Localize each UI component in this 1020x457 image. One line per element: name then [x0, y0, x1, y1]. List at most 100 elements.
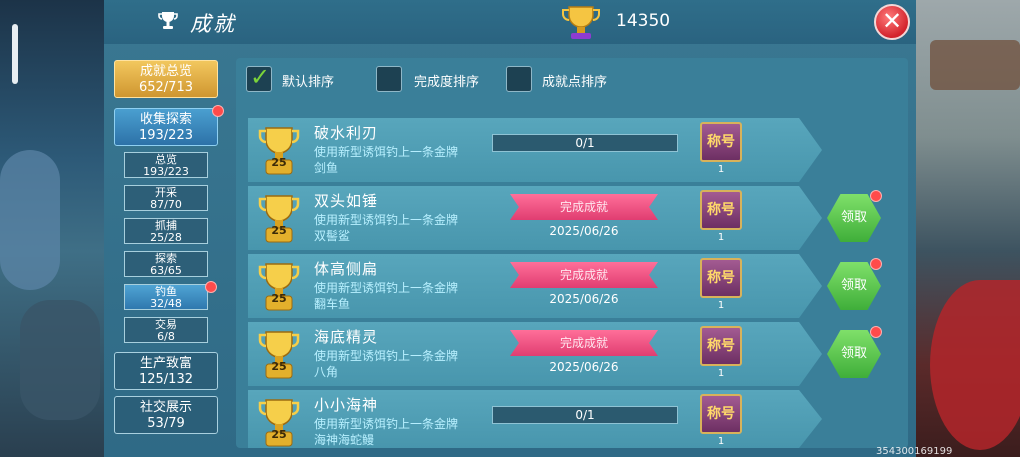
scene-rock [20, 300, 100, 420]
panel-header: 成就 14350 ✕ [104, 0, 916, 44]
achievement-row[interactable]: 25 海底精灵 使用新型诱饵钓上一条金牌 八角 完成成就 2025/06/26 … [248, 322, 822, 386]
reward-count: 1 [717, 164, 725, 175]
completed-ribbon: 完成成就 [510, 194, 658, 220]
category-production[interactable]: 生产致富 125/132 [114, 352, 218, 390]
achievement-desc: 使用新型诱饵钓上一条金牌 剑鱼 [314, 144, 494, 176]
checkmark-icon: ✓ [250, 63, 271, 91]
achievement-points: 25 [271, 360, 287, 373]
completion-date: 2025/06/26 [549, 292, 619, 306]
category-collect-explore[interactable]: 收集探索 193/223 [114, 108, 218, 146]
sort-bar: ✓ 默认排序 完成度排序 成就点排序 [236, 58, 908, 102]
sort-default-label[interactable]: 默认排序 [282, 71, 334, 90]
completion-date: 2025/06/26 [549, 360, 619, 374]
sub-item-fishing[interactable]: 钓鱼 32/48 [124, 284, 208, 310]
completed-ribbon: 完成成就 [510, 330, 658, 356]
achievement-name: 体高侧扁 [314, 260, 379, 278]
sort-points-checkbox[interactable] [506, 66, 532, 92]
sub-item-capture[interactable]: 抓捕 25/28 [124, 218, 208, 244]
title-reward-badge[interactable]: 称号 [700, 326, 742, 366]
achievement-desc: 使用新型诱饵钓上一条金牌 双髻鲨 [314, 212, 494, 244]
achievement-desc-line: 使用新型诱饵钓上一条金牌 [314, 281, 459, 295]
category-count: 53/79 [147, 416, 185, 431]
category-label: 生产致富 [139, 356, 192, 371]
category-overview[interactable]: 成就总览 652/713 [114, 60, 218, 98]
sub-item-mining[interactable]: 开采 87/70 [124, 185, 208, 211]
notification-dot [870, 258, 882, 270]
achievement-desc-line: 翻车鱼 [314, 297, 351, 311]
achievement-name: 小小海神 [314, 396, 379, 414]
player-uid: 354300169199 [876, 446, 953, 457]
achievement-desc: 使用新型诱饵钓上一条金牌 八角 [314, 348, 494, 380]
reward-count: 1 [717, 368, 725, 379]
achievement-points: 25 [271, 156, 287, 169]
achievement-name: 破水利刃 [314, 124, 379, 142]
category-label: 成就总览 [139, 64, 192, 79]
drawer-handle[interactable] [12, 24, 18, 84]
sub-item-overview[interactable]: 总览 193/223 [124, 152, 208, 178]
achievement-desc-line: 使用新型诱饵钓上一条金牌 [314, 349, 459, 363]
achievement-points: 14350 [616, 11, 671, 31]
notification-dot [870, 190, 882, 202]
sub-item-count: 87/70 [150, 198, 182, 211]
notification-dot [212, 105, 224, 117]
title-reward-badge[interactable]: 称号 [700, 394, 742, 434]
achievement-points: 25 [271, 428, 287, 441]
achievement-name: 海底精灵 [314, 328, 379, 346]
notification-dot [870, 326, 882, 338]
achievement-points: 25 [271, 292, 287, 305]
completed-ribbon: 完成成就 [510, 262, 658, 288]
category-count: 652/713 [138, 80, 193, 95]
scene-crate [930, 40, 1020, 90]
sort-completion-checkbox[interactable] [376, 66, 402, 92]
reward-count: 1 [717, 232, 725, 243]
title-reward-badge[interactable]: 称号 [700, 258, 742, 298]
reward-count: 1 [717, 436, 725, 447]
sub-item-count: 25/28 [150, 231, 182, 244]
category-count: 193/223 [138, 128, 193, 143]
sort-default-checkbox[interactable]: ✓ [246, 63, 272, 92]
achievement-desc-line: 海神海蛇鳗 [314, 433, 375, 447]
game-scene-left [0, 0, 110, 457]
progress-bar: 0/1 [492, 134, 678, 152]
category-label: 社交展示 [139, 400, 192, 415]
sort-completion-label[interactable]: 完成度排序 [414, 71, 479, 90]
scene-character [0, 150, 60, 290]
achievement-points: 25 [271, 224, 287, 237]
achievement-desc: 使用新型诱饵钓上一条金牌 翻车鱼 [314, 280, 494, 312]
title-reward-badge[interactable]: 称号 [700, 190, 742, 230]
achievement-list-area: ✓ 默认排序 完成度排序 成就点排序 25 破水利刃 使用新型诱饵钓上一条金牌 … [236, 58, 908, 448]
close-button[interactable]: ✕ [874, 4, 910, 40]
achievement-desc-line: 剑鱼 [314, 161, 339, 175]
achievement-desc-line: 使用新型诱饵钓上一条金牌 [314, 145, 459, 159]
achievement-name: 双头如锤 [314, 192, 379, 210]
gold-trophy-icon [562, 6, 600, 39]
achievement-row[interactable]: 25 双头如锤 使用新型诱饵钓上一条金牌 双髻鲨 完成成就 2025/06/26… [248, 186, 822, 250]
sort-points-label[interactable]: 成就点排序 [542, 71, 607, 90]
sub-item-count: 63/65 [150, 264, 182, 277]
achievement-desc: 使用新型诱饵钓上一条金牌 海神海蛇鳗 [314, 416, 494, 448]
achievement-row[interactable]: 25 小小海神 使用新型诱饵钓上一条金牌 海神海蛇鳗 0/1 称号 1 [248, 390, 822, 448]
achievement-row[interactable]: 25 破水利刃 使用新型诱饵钓上一条金牌 剑鱼 0/1 称号 1 [248, 118, 822, 182]
achievement-desc-line: 八角 [314, 365, 339, 379]
sub-item-explore[interactable]: 探索 63/65 [124, 251, 208, 277]
trophy-icon [158, 12, 178, 29]
scene-flower [930, 280, 1020, 450]
completion-date: 2025/06/26 [549, 224, 619, 238]
category-label: 收集探索 [139, 112, 192, 127]
title-reward-badge[interactable]: 称号 [700, 122, 742, 162]
category-social[interactable]: 社交展示 53/79 [114, 396, 218, 434]
game-scene-right [910, 0, 1020, 457]
sub-item-count: 32/48 [150, 297, 182, 310]
progress-bar: 0/1 [492, 406, 678, 424]
achievement-desc-line: 双髻鲨 [314, 229, 351, 243]
category-count: 125/132 [138, 372, 193, 387]
sub-item-count: 6/8 [157, 330, 175, 343]
page-title: 成就 [190, 12, 236, 36]
achievement-desc-line: 使用新型诱饵钓上一条金牌 [314, 213, 459, 227]
notification-dot [205, 281, 217, 293]
achievement-row[interactable]: 25 体高侧扁 使用新型诱饵钓上一条金牌 翻车鱼 完成成就 2025/06/26… [248, 254, 822, 318]
sub-item-trade[interactable]: 交易 6/8 [124, 317, 208, 343]
reward-count: 1 [717, 300, 725, 311]
achievement-panel: 成就 14350 ✕ 成就总览 652/713 收集探索 193/223 总览 … [104, 0, 916, 457]
achievement-desc-line: 使用新型诱饵钓上一条金牌 [314, 417, 459, 431]
